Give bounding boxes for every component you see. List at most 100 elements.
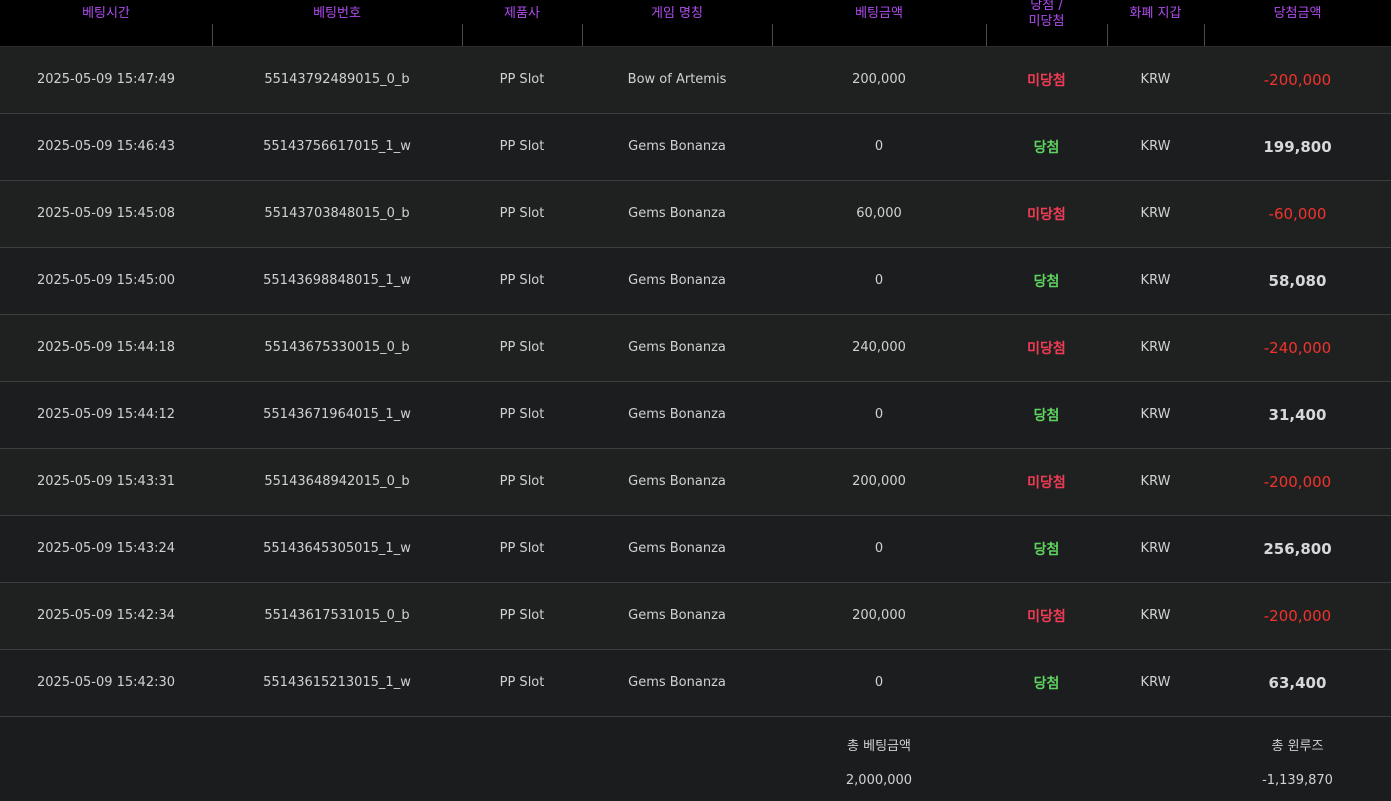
bet-id-cell: 55143648942015_0_b: [212, 448, 462, 516]
win-amount-cell: -200,000: [1204, 582, 1391, 650]
bet-id-cell: 55143617531015_0_b: [212, 582, 462, 650]
provider-cell: PP Slot: [462, 180, 582, 248]
header-bet-time: 베팅시간: [0, 0, 212, 47]
bet-time-cell: 2025-05-09 15:42:34: [0, 582, 212, 650]
win-amount-cell: -200,000: [1204, 448, 1391, 516]
result-badge: 미당첨: [986, 582, 1107, 650]
header-bet-amount: 베팅금액: [772, 0, 986, 47]
bet-amount-cell: 200,000: [772, 46, 986, 114]
provider-cell: PP Slot: [462, 247, 582, 315]
bet-amount-cell: 60,000: [772, 180, 986, 248]
bet-time-cell: 2025-05-09 15:43:31: [0, 448, 212, 516]
bet-time-cell: 2025-05-09 15:45:08: [0, 180, 212, 248]
provider-cell: PP Slot: [462, 381, 582, 449]
provider-cell: PP Slot: [462, 515, 582, 583]
header-result: 당첨 / 미당첨: [986, 0, 1107, 47]
currency-cell: KRW: [1107, 649, 1204, 717]
bet-time-cell: 2025-05-09 15:44:12: [0, 381, 212, 449]
bet-time-cell: 2025-05-09 15:43:24: [0, 515, 212, 583]
bet-amount-cell: 0: [772, 247, 986, 315]
bet-time-cell: 2025-05-09 15:47:49: [0, 46, 212, 114]
bet-amount-cell: 0: [772, 113, 986, 181]
result-badge: 미당첨: [986, 314, 1107, 382]
provider-cell: PP Slot: [462, 649, 582, 717]
provider-cell: PP Slot: [462, 314, 582, 382]
total-bet-value: 2,000,000: [772, 772, 986, 794]
bet-history-panel: 베팅시간 베팅번호 제품사 게임 명칭 베팅금액 당첨 / 미당첨 화폐 지갑 당…: [0, 0, 1391, 801]
table-row: 2025-05-09 15:43:24 55143645305015_1_w PP …: [0, 515, 1391, 583]
win-amount-cell: -240,000: [1204, 314, 1391, 382]
bet-amount-cell: 0: [772, 381, 986, 449]
result-badge: 당첨: [986, 381, 1107, 449]
summary-value-row: 2,000,000 -1,139,870: [0, 772, 1391, 794]
total-winloss-label: 총 윈루즈: [1204, 716, 1391, 772]
currency-cell: KRW: [1107, 314, 1204, 382]
bet-id-cell: 55143792489015_0_b: [212, 46, 462, 114]
table-header-row: 베팅시간 베팅번호 제품사 게임 명칭 베팅금액 당첨 / 미당첨 화폐 지갑 당…: [0, 0, 1391, 47]
bet-id-cell: 55143645305015_1_w: [212, 515, 462, 583]
table-row: 2025-05-09 15:47:49 55143792489015_0_b PP …: [0, 46, 1391, 114]
table-row: 2025-05-09 15:44:18 55143675330015_0_b PP …: [0, 314, 1391, 382]
table-row: 2025-05-09 15:43:31 55143648942015_0_b PP …: [0, 448, 1391, 516]
win-amount-cell: 31,400: [1204, 381, 1391, 449]
game-name-cell: Gems Bonanza: [582, 582, 772, 650]
table-row: 2025-05-09 15:45:00 55143698848015_1_w PP …: [0, 247, 1391, 315]
game-name-cell: Gems Bonanza: [582, 381, 772, 449]
currency-cell: KRW: [1107, 46, 1204, 114]
total-bet-label: 총 베팅금액: [772, 716, 986, 772]
bet-id-cell: 55143615213015_1_w: [212, 649, 462, 717]
game-name-cell: Bow of Artemis: [582, 46, 772, 114]
currency-cell: KRW: [1107, 515, 1204, 583]
game-name-cell: Gems Bonanza: [582, 180, 772, 248]
win-amount-cell: 199,800: [1204, 113, 1391, 181]
result-badge: 당첨: [986, 113, 1107, 181]
result-badge: 미당첨: [986, 448, 1107, 516]
table-row: 2025-05-09 15:44:12 55143671964015_1_w PP …: [0, 381, 1391, 449]
bet-history-table: 베팅시간 베팅번호 제품사 게임 명칭 베팅금액 당첨 / 미당첨 화폐 지갑 당…: [0, 0, 1391, 794]
bet-id-cell: 55143756617015_1_w: [212, 113, 462, 181]
result-badge: 당첨: [986, 247, 1107, 315]
bet-id-cell: 55143671964015_1_w: [212, 381, 462, 449]
result-badge: 당첨: [986, 649, 1107, 717]
provider-cell: PP Slot: [462, 113, 582, 181]
game-name-cell: Gems Bonanza: [582, 649, 772, 717]
table-row: 2025-05-09 15:46:43 55143756617015_1_w PP …: [0, 113, 1391, 181]
win-amount-cell: -60,000: [1204, 180, 1391, 248]
table-row: 2025-05-09 15:45:08 55143703848015_0_b PP …: [0, 180, 1391, 248]
currency-cell: KRW: [1107, 582, 1204, 650]
result-badge: 미당첨: [986, 46, 1107, 114]
bet-amount-cell: 0: [772, 515, 986, 583]
bet-amount-cell: 200,000: [772, 582, 986, 650]
bet-time-cell: 2025-05-09 15:42:30: [0, 649, 212, 717]
table-row: 2025-05-09 15:42:34 55143617531015_0_b PP …: [0, 582, 1391, 650]
bet-time-cell: 2025-05-09 15:46:43: [0, 113, 212, 181]
table-row: 2025-05-09 15:42:30 55143615213015_1_w PP …: [0, 649, 1391, 717]
provider-cell: PP Slot: [462, 448, 582, 516]
bet-id-cell: 55143698848015_1_w: [212, 247, 462, 315]
currency-cell: KRW: [1107, 247, 1204, 315]
currency-cell: KRW: [1107, 448, 1204, 516]
currency-cell: KRW: [1107, 113, 1204, 181]
result-badge: 미당첨: [986, 180, 1107, 248]
summary-label-row: 총 베팅금액 총 윈루즈: [0, 716, 1391, 772]
bet-amount-cell: 240,000: [772, 314, 986, 382]
game-name-cell: Gems Bonanza: [582, 448, 772, 516]
bet-time-cell: 2025-05-09 15:44:18: [0, 314, 212, 382]
win-amount-cell: 256,800: [1204, 515, 1391, 583]
currency-cell: KRW: [1107, 381, 1204, 449]
header-currency-wallet: 화폐 지갑: [1107, 0, 1204, 47]
total-winloss-value: -1,139,870: [1204, 772, 1391, 794]
game-name-cell: Gems Bonanza: [582, 314, 772, 382]
header-provider: 제품사: [462, 0, 582, 47]
game-name-cell: Gems Bonanza: [582, 113, 772, 181]
game-name-cell: Gems Bonanza: [582, 515, 772, 583]
provider-cell: PP Slot: [462, 582, 582, 650]
win-amount-cell: -200,000: [1204, 46, 1391, 114]
bet-id-cell: 55143703848015_0_b: [212, 180, 462, 248]
bet-amount-cell: 200,000: [772, 448, 986, 516]
win-amount-cell: 58,080: [1204, 247, 1391, 315]
header-win-amount: 당첨금액: [1204, 0, 1391, 47]
currency-cell: KRW: [1107, 180, 1204, 248]
win-amount-cell: 63,400: [1204, 649, 1391, 717]
bet-id-cell: 55143675330015_0_b: [212, 314, 462, 382]
